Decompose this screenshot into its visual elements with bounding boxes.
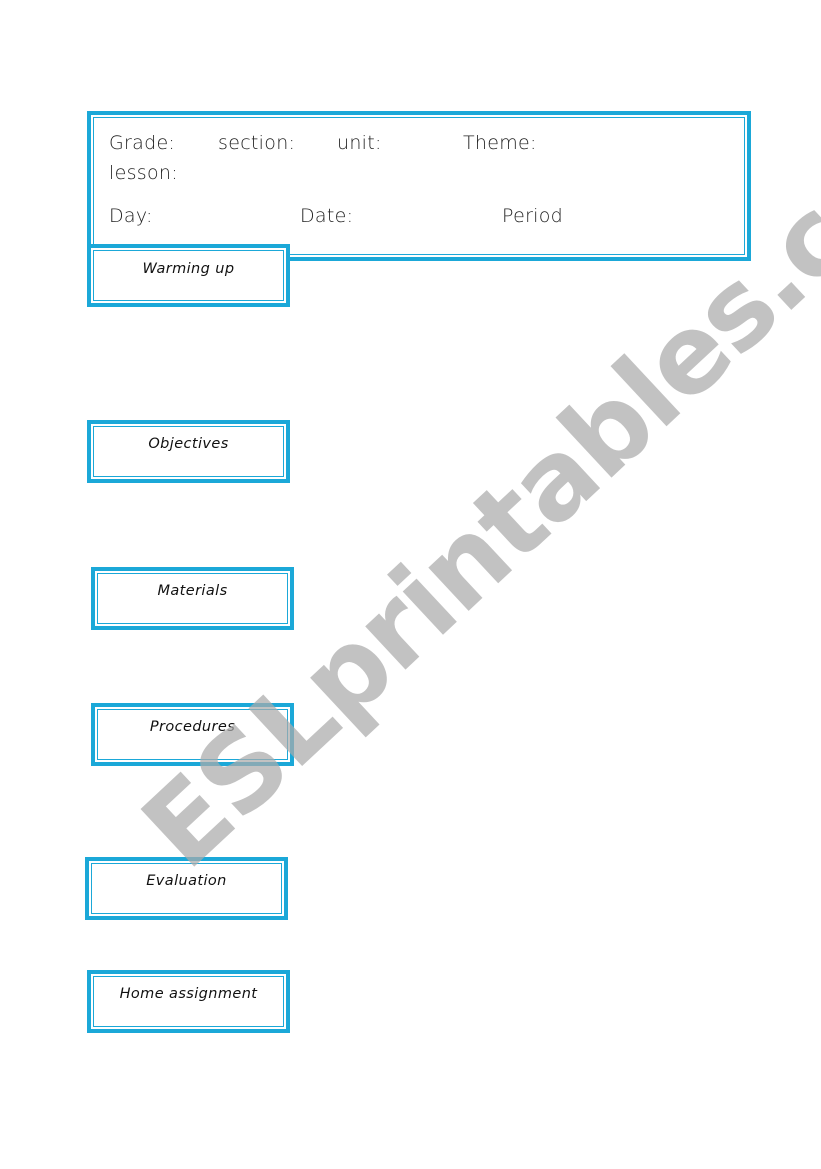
section-box-objectives: Objectives [87,420,290,483]
section-label: Warming up [142,261,235,277]
grade-label: Grade: [109,132,176,154]
section-box-evaluation: Evaluation [85,857,288,920]
lesson-label: lesson: [109,162,178,184]
section-label: Materials [157,583,228,599]
section-label: Evaluation [146,873,227,889]
theme-label: Theme: [463,132,537,154]
section-label: section: [218,132,296,154]
unit-label: unit: [337,132,382,154]
date-label: Date: [300,205,354,227]
day-label: Day: [109,205,153,227]
lesson-header-box: Grade: section: unit: Theme: lesson: Day… [87,111,751,261]
section-label: Home assignment [119,986,258,1002]
section-box-home-assignment: Home assignment [87,970,290,1033]
period-label: Period [502,205,564,227]
section-label: Procedures [149,719,236,735]
section-box-procedures: Procedures [91,703,294,766]
section-box-materials: Materials [91,567,294,630]
section-label: Objectives [148,436,229,452]
section-box-warming-up: Warming up [87,244,290,307]
